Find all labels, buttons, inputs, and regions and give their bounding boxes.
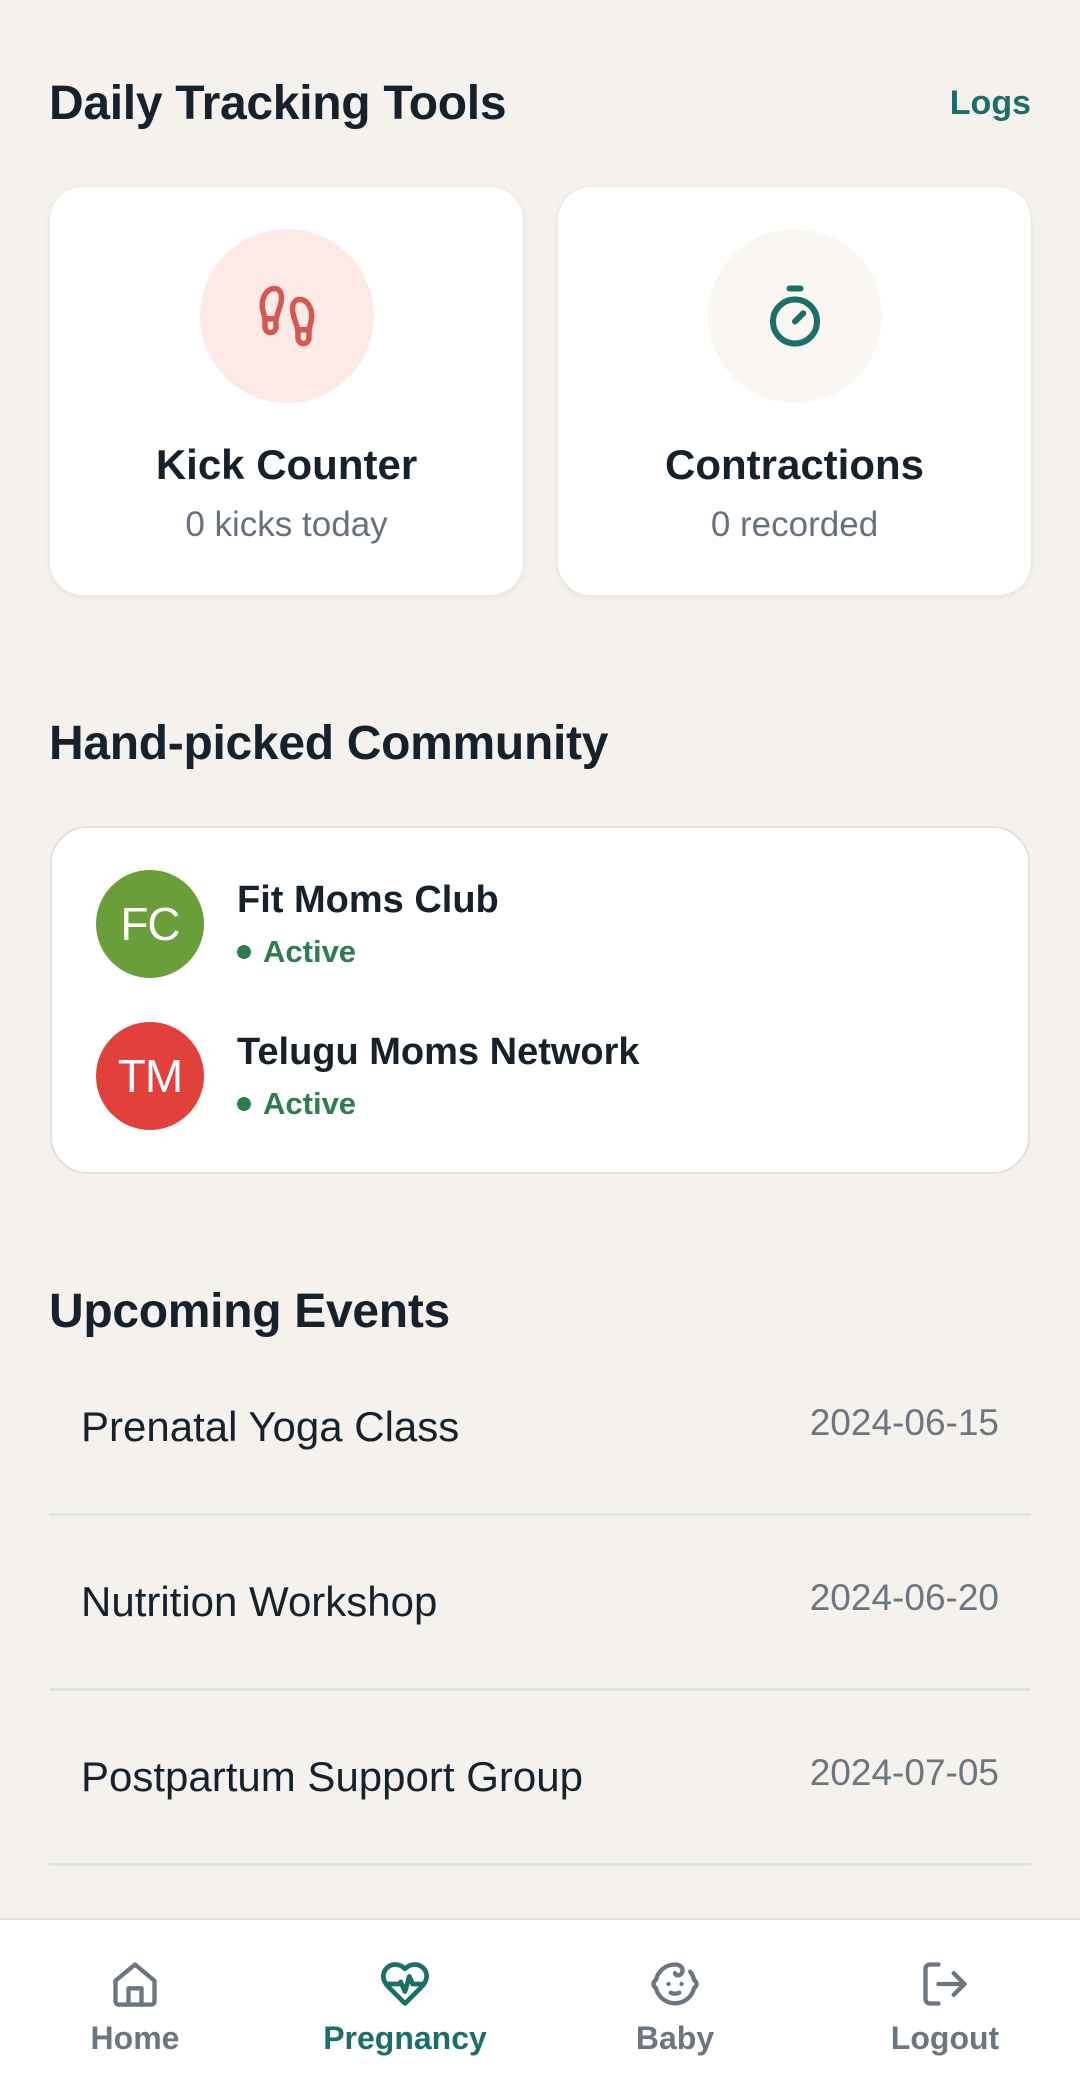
event-date: 2024-06-15	[809, 1401, 999, 1443]
community-name: Telugu Moms Network	[237, 1030, 640, 1073]
kick-counter-card[interactable]: Kick Counter 0 kicks today	[49, 186, 524, 596]
contractions-title: Contractions	[664, 441, 924, 488]
nav-label-baby: Baby	[635, 2020, 715, 2056]
logs-link[interactable]: Logs	[950, 84, 1031, 123]
tracking-title: Daily Tracking Tools	[49, 77, 507, 130]
kick-counter-title: Kick Counter	[155, 441, 418, 488]
status-dot-icon	[237, 944, 251, 959]
nav-item-logout[interactable]: Logout	[810, 1920, 1080, 2077]
nav-label-logout: Logout	[890, 2020, 1000, 2056]
community-title: Hand-picked Community	[49, 717, 609, 770]
event-row[interactable]: Nutrition Workshop 2024-06-20	[49, 1515, 1031, 1691]
kick-icon-badge	[199, 229, 374, 403]
contractions-subtitle: 0 recorded	[710, 505, 879, 544]
event-date: 2024-07-05	[809, 1751, 999, 1793]
status-label: Active	[263, 933, 357, 969]
community-info: Fit Moms Club Active	[237, 879, 499, 970]
community-card: FC Fit Moms Club Active TM Telugu Moms N…	[50, 826, 1030, 1174]
community-header: Hand-picked Community	[49, 716, 1031, 771]
bottom-nav: Home Pregnancy Baby Logout	[0, 1918, 1080, 2077]
community-name: Fit Moms Club	[237, 878, 499, 921]
events-header: Upcoming Events	[49, 1284, 1031, 1339]
events-title: Upcoming Events	[49, 1285, 450, 1338]
status-badge: Active	[237, 934, 499, 970]
kick-counter-subtitle: 0 kicks today	[185, 505, 388, 544]
contractions-card[interactable]: Contractions 0 recorded	[557, 186, 1032, 596]
nav-label-pregnancy: Pregnancy	[323, 2020, 487, 2056]
home-icon	[113, 1962, 157, 2007]
nav-item-pregnancy[interactable]: Pregnancy	[270, 1920, 540, 2077]
event-row[interactable]: Postpartum Support Group 2024-07-05	[49, 1690, 1031, 1866]
avatar: TM	[96, 1022, 204, 1130]
avatar: FC	[96, 870, 204, 978]
status-dot-icon	[237, 1096, 251, 1111]
community-info: Telugu Moms Network Active	[237, 1031, 640, 1122]
tracking-header: Daily Tracking Tools Logs	[49, 76, 1031, 131]
status-label: Active	[263, 1085, 357, 1121]
nav-item-home[interactable]: Home	[0, 1920, 270, 2077]
stopwatch-icon	[769, 285, 820, 347]
logout-icon	[923, 1962, 967, 2006]
baby-face-icon	[651, 1962, 699, 2006]
heart-pulse-icon	[380, 1962, 430, 2006]
event-name: Postpartum Support Group	[81, 1752, 583, 1800]
community-item-telugu-moms-network[interactable]: TM Telugu Moms Network Active	[96, 1022, 640, 1130]
nav-item-baby[interactable]: Baby	[540, 1920, 810, 2077]
contractions-icon-badge	[707, 229, 882, 403]
event-name: Prenatal Yoga Class	[81, 1402, 460, 1450]
event-date: 2024-06-20	[809, 1576, 999, 1618]
event-row[interactable]: Prenatal Yoga Class 2024-06-15	[49, 1340, 1031, 1516]
event-name: Nutrition Workshop	[81, 1577, 438, 1625]
status-badge: Active	[237, 1086, 640, 1122]
nav-label-home: Home	[90, 2020, 180, 2056]
footprints-icon	[258, 285, 315, 347]
community-item-fit-moms-club[interactable]: FC Fit Moms Club Active	[96, 870, 499, 978]
